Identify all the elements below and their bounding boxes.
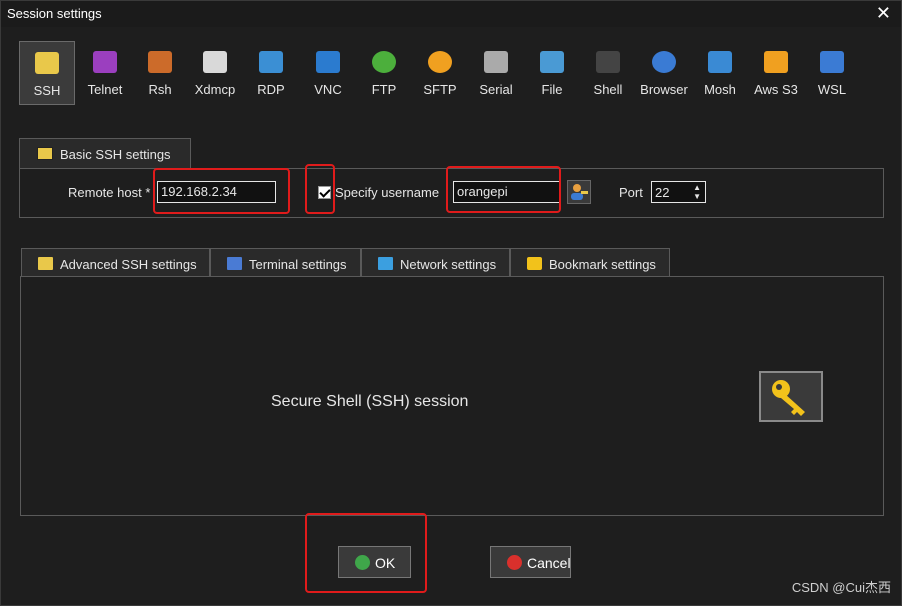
cancel-label: Cancel <box>527 555 571 571</box>
protocol-label: FTP <box>371 82 397 97</box>
ftp-icon <box>372 51 396 73</box>
protocol-label: Shell <box>593 82 623 97</box>
highlight-ok-button <box>305 513 427 593</box>
session-description: Secure Shell (SSH) session <box>271 393 469 410</box>
protocol-label: WSL <box>817 82 847 97</box>
tab-advanced-ssh-settings[interactable]: Advanced SSH settings <box>21 248 210 277</box>
network-icon <box>378 257 393 270</box>
highlight-username <box>446 166 561 213</box>
protocol-browser[interactable]: Browser <box>636 41 692 105</box>
watermark: CSDN @Cui杰西 <box>791 580 891 595</box>
shell-icon <box>596 51 620 73</box>
tab-label: Bookmark settings <box>549 257 656 272</box>
tab-label: Terminal settings <box>249 257 347 272</box>
protocol-label: Rsh <box>148 82 172 97</box>
protocol-label: VNC <box>314 82 342 97</box>
key-icon <box>772 380 805 416</box>
aws-s3-icon <box>764 51 788 73</box>
serial-icon <box>484 51 508 73</box>
protocol-label: RDP <box>257 82 285 97</box>
key-badge <box>759 371 823 422</box>
protocol-rsh[interactable]: Rsh <box>132 41 188 105</box>
protocol-rdp[interactable]: RDP <box>243 41 299 105</box>
tab-basic-ssh-settings[interactable]: Basic SSH settings <box>19 138 191 169</box>
cancel-button[interactable]: Cancel <box>490 546 571 578</box>
mosh-icon <box>708 51 732 73</box>
browser-icon <box>652 51 676 73</box>
protocol-label: Aws S3 <box>754 82 798 97</box>
wsl-icon <box>820 51 844 73</box>
title-bar: Session settings ✕ <box>1 1 901 27</box>
spin-up-icon[interactable]: ▲ <box>693 183 701 192</box>
protocol-telnet[interactable]: Telnet <box>77 41 133 105</box>
protocol-label: Browser <box>640 82 688 97</box>
session-description-panel: Secure Shell (SSH) session <box>20 276 884 516</box>
key-icon <box>35 52 59 74</box>
protocol-label: SSH <box>33 83 61 98</box>
telnet-icon <box>93 51 117 73</box>
file-icon <box>540 51 564 73</box>
user-manager-button[interactable] <box>567 180 591 204</box>
protocol-ftp[interactable]: FTP <box>356 41 412 105</box>
protocol-label: Xdmcp <box>194 82 236 97</box>
tab-label: Basic SSH settings <box>60 147 171 162</box>
star-icon <box>527 257 542 270</box>
protocol-label: Telnet <box>87 82 123 97</box>
spin-down-icon[interactable]: ▼ <box>693 192 701 201</box>
protocol-ssh[interactable]: SSH <box>19 41 75 105</box>
protocol-mosh[interactable]: Mosh <box>692 41 748 105</box>
port-value: 22 <box>655 185 670 200</box>
cancel-icon <box>507 555 522 570</box>
protocol-label: Serial <box>479 82 513 97</box>
tab-bookmark-settings[interactable]: Bookmark settings <box>510 248 670 277</box>
protocol-serial[interactable]: Serial <box>468 41 524 105</box>
tab-network-settings[interactable]: Network settings <box>361 248 510 277</box>
protocol-label: Mosh <box>704 82 736 97</box>
port-label: Port <box>619 185 643 200</box>
session-settings-dialog: Session settings ✕ SSH Telnet Rsh Xdmcp RDP V… <box>0 0 902 606</box>
protocol-file[interactable]: File <box>524 41 580 105</box>
tab-label: Advanced SSH settings <box>60 257 197 272</box>
tab-label: Network settings <box>400 257 497 272</box>
highlight-checkbox <box>305 164 335 214</box>
vnc-icon <box>316 51 340 73</box>
xdmcp-icon <box>203 51 227 73</box>
window-title: Session settings <box>7 6 102 21</box>
sftp-icon <box>428 51 452 73</box>
protocol-shell[interactable]: Shell <box>580 41 636 105</box>
protocol-label: SFTP <box>423 82 457 97</box>
highlight-remote-host <box>153 168 290 214</box>
remote-host-label: Remote host * <box>68 185 151 200</box>
specify-username-label: Specify username <box>335 185 440 200</box>
terminal-icon <box>227 257 242 270</box>
protocol-label: File <box>541 82 563 97</box>
protocol-wsl[interactable]: WSL <box>804 41 860 105</box>
protocol-vnc[interactable]: VNC <box>300 41 356 105</box>
close-icon[interactable]: ✕ <box>876 4 891 22</box>
tab-terminal-settings[interactable]: Terminal settings <box>210 248 361 277</box>
port-spinbox[interactable]: 22 ▲ ▼ <box>651 181 706 203</box>
protocol-toolbar: SSH Telnet Rsh Xdmcp RDP VNC FTP SFTP Serial File… <box>19 41 859 107</box>
wrench-icon <box>38 257 53 270</box>
wrench-icon <box>37 147 53 160</box>
protocol-xdmcp[interactable]: Xdmcp <box>187 41 243 105</box>
rsh-icon <box>148 51 172 73</box>
protocol-sftp[interactable]: SFTP <box>412 41 468 105</box>
protocol-aws-s3[interactable]: Aws S3 <box>748 41 804 105</box>
user-icon <box>571 184 588 200</box>
rdp-icon <box>259 51 283 73</box>
